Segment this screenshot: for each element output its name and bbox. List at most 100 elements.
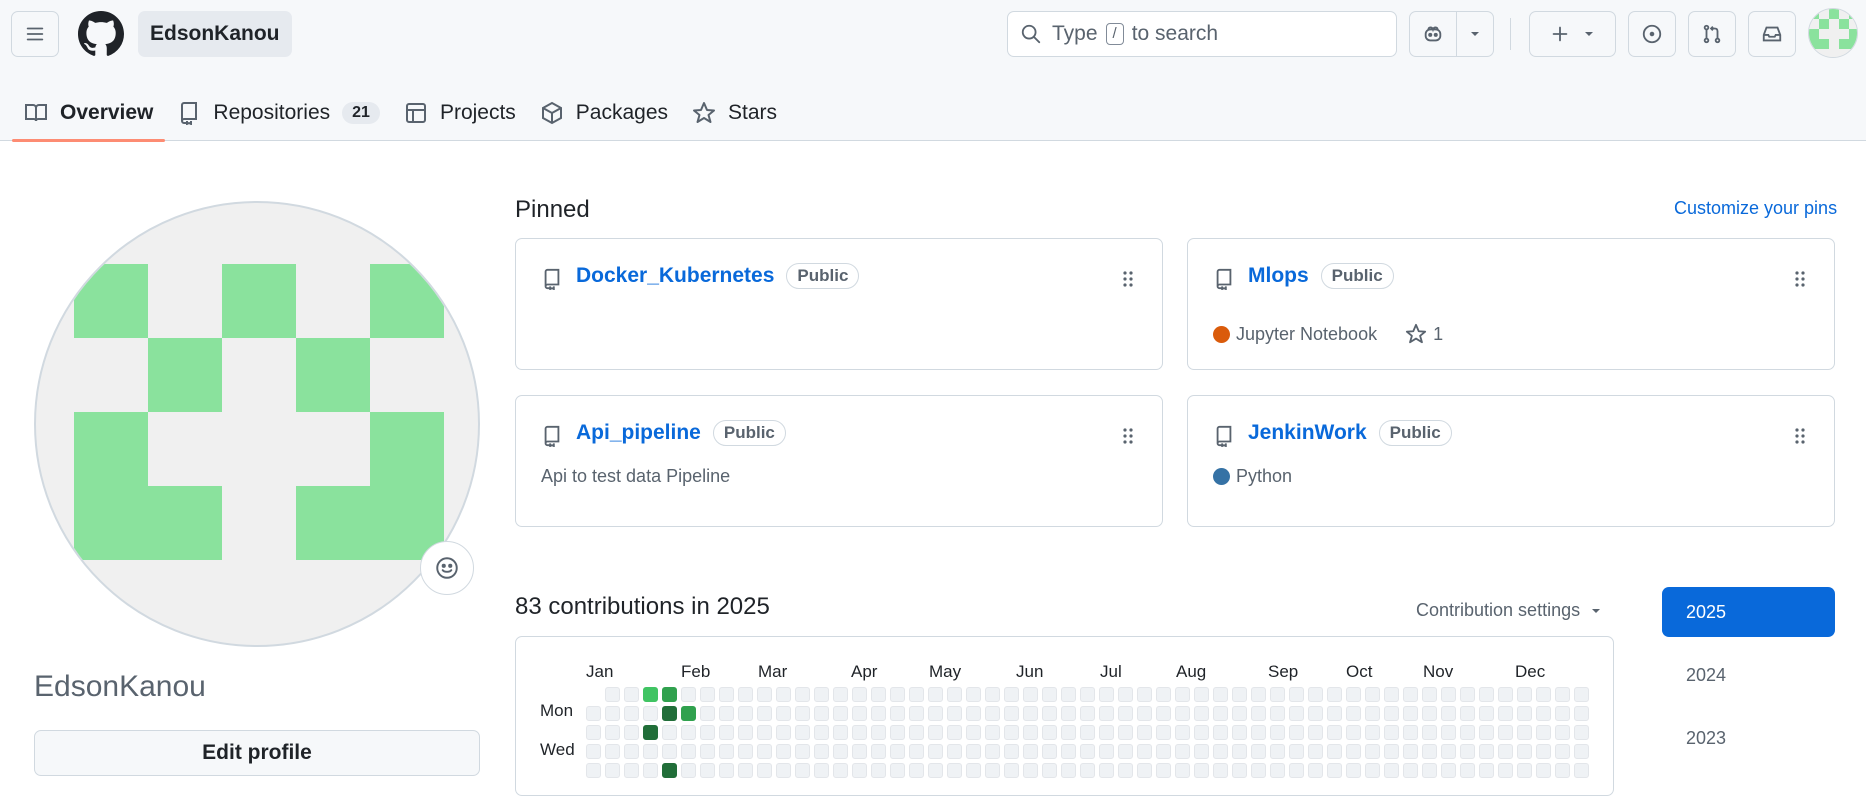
contribution-day[interactable] xyxy=(1365,687,1380,702)
contribution-day[interactable] xyxy=(662,725,677,740)
contribution-day[interactable] xyxy=(586,763,601,778)
contribution-day[interactable] xyxy=(1251,687,1266,702)
contribution-day[interactable] xyxy=(1574,687,1589,702)
set-status-button[interactable] xyxy=(420,541,474,595)
contribution-day[interactable] xyxy=(776,744,791,759)
contribution-day[interactable] xyxy=(1004,687,1019,702)
contribution-day[interactable] xyxy=(624,725,639,740)
contribution-day[interactable] xyxy=(1479,744,1494,759)
contribution-day[interactable] xyxy=(1061,706,1076,721)
contribution-day[interactable] xyxy=(909,744,924,759)
contribution-day[interactable] xyxy=(852,706,867,721)
contribution-day[interactable] xyxy=(624,763,639,778)
contribution-day[interactable] xyxy=(795,687,810,702)
contribution-day[interactable] xyxy=(1137,706,1152,721)
contribution-day[interactable] xyxy=(1441,744,1456,759)
contribution-day[interactable] xyxy=(1080,725,1095,740)
contribution-day[interactable] xyxy=(1251,763,1266,778)
contribution-day[interactable] xyxy=(1308,706,1323,721)
contribution-day[interactable] xyxy=(947,687,962,702)
tab-packages[interactable]: Packages xyxy=(528,84,680,141)
contribution-day[interactable] xyxy=(1479,725,1494,740)
contribution-day[interactable] xyxy=(1156,725,1171,740)
contribution-day[interactable] xyxy=(1517,687,1532,702)
contribution-day[interactable] xyxy=(605,725,620,740)
contribution-day[interactable] xyxy=(1289,763,1304,778)
drag-handle-icon[interactable] xyxy=(1794,269,1806,289)
drag-handle-icon[interactable] xyxy=(1794,426,1806,446)
contribution-day[interactable] xyxy=(1023,706,1038,721)
contribution-day[interactable] xyxy=(1175,687,1190,702)
contribution-day[interactable] xyxy=(1042,706,1057,721)
contribution-day[interactable] xyxy=(1536,706,1551,721)
contribution-day[interactable] xyxy=(795,763,810,778)
contribution-day[interactable] xyxy=(776,706,791,721)
contribution-day[interactable] xyxy=(1118,706,1133,721)
contribution-day[interactable] xyxy=(985,687,1000,702)
contribution-day[interactable] xyxy=(1118,763,1133,778)
edit-profile-button[interactable]: Edit profile xyxy=(34,730,480,776)
contribution-day[interactable] xyxy=(1555,763,1570,778)
contribution-day[interactable] xyxy=(757,725,772,740)
contribution-day[interactable] xyxy=(643,725,658,740)
copilot-dropdown-button[interactable] xyxy=(1456,11,1494,57)
contribution-day[interactable] xyxy=(757,687,772,702)
contribution-day[interactable] xyxy=(1213,763,1228,778)
contribution-day[interactable] xyxy=(1327,763,1342,778)
contribution-day[interactable] xyxy=(1308,687,1323,702)
contribution-day[interactable] xyxy=(1099,744,1114,759)
contribution-day[interactable] xyxy=(1251,706,1266,721)
contribution-day[interactable] xyxy=(928,744,943,759)
contribution-day[interactable] xyxy=(966,706,981,721)
drag-handle-icon[interactable] xyxy=(1122,426,1134,446)
contribution-day[interactable] xyxy=(985,725,1000,740)
contribution-day[interactable] xyxy=(871,706,886,721)
contribution-day[interactable] xyxy=(814,725,829,740)
contribution-day[interactable] xyxy=(719,763,734,778)
contribution-day[interactable] xyxy=(909,706,924,721)
contribution-day[interactable] xyxy=(1308,763,1323,778)
contribution-day[interactable] xyxy=(700,744,715,759)
contribution-day[interactable] xyxy=(1289,725,1304,740)
contribution-day[interactable] xyxy=(1574,725,1589,740)
contribution-day[interactable] xyxy=(833,744,848,759)
contribution-day[interactable] xyxy=(928,706,943,721)
contribution-day[interactable] xyxy=(776,687,791,702)
contribution-day[interactable] xyxy=(1004,763,1019,778)
contribution-day[interactable] xyxy=(852,725,867,740)
contribution-day[interactable] xyxy=(1308,725,1323,740)
contribution-day[interactable] xyxy=(947,744,962,759)
contribution-day[interactable] xyxy=(1327,725,1342,740)
contribution-day[interactable] xyxy=(700,706,715,721)
contribution-day[interactable] xyxy=(890,706,905,721)
contribution-day[interactable] xyxy=(1308,744,1323,759)
contribution-day[interactable] xyxy=(1061,763,1076,778)
pull-requests-button[interactable] xyxy=(1688,11,1736,57)
contribution-day[interactable] xyxy=(1232,744,1247,759)
contribution-day[interactable] xyxy=(1460,706,1475,721)
contribution-day[interactable] xyxy=(1460,687,1475,702)
contribution-day[interactable] xyxy=(1137,744,1152,759)
contribution-day[interactable] xyxy=(1346,706,1361,721)
contribution-day[interactable] xyxy=(700,687,715,702)
contribution-day[interactable] xyxy=(909,763,924,778)
contribution-day[interactable] xyxy=(681,706,696,721)
contribution-day[interactable] xyxy=(1175,706,1190,721)
contribution-day[interactable] xyxy=(1080,763,1095,778)
contribution-day[interactable] xyxy=(738,706,753,721)
contribution-day[interactable] xyxy=(833,706,848,721)
contribution-day[interactable] xyxy=(1384,763,1399,778)
contribution-day[interactable] xyxy=(890,725,905,740)
contribution-day[interactable] xyxy=(1422,744,1437,759)
contribution-day[interactable] xyxy=(1251,744,1266,759)
contribution-day[interactable] xyxy=(719,744,734,759)
contribution-day[interactable] xyxy=(1156,706,1171,721)
contribution-day[interactable] xyxy=(1460,744,1475,759)
contribution-day[interactable] xyxy=(1232,725,1247,740)
contribution-day[interactable] xyxy=(776,725,791,740)
contribution-day[interactable] xyxy=(966,763,981,778)
contribution-day[interactable] xyxy=(1327,706,1342,721)
contribution-day[interactable] xyxy=(1080,744,1095,759)
copilot-button[interactable] xyxy=(1409,11,1457,57)
contribution-day[interactable] xyxy=(624,687,639,702)
